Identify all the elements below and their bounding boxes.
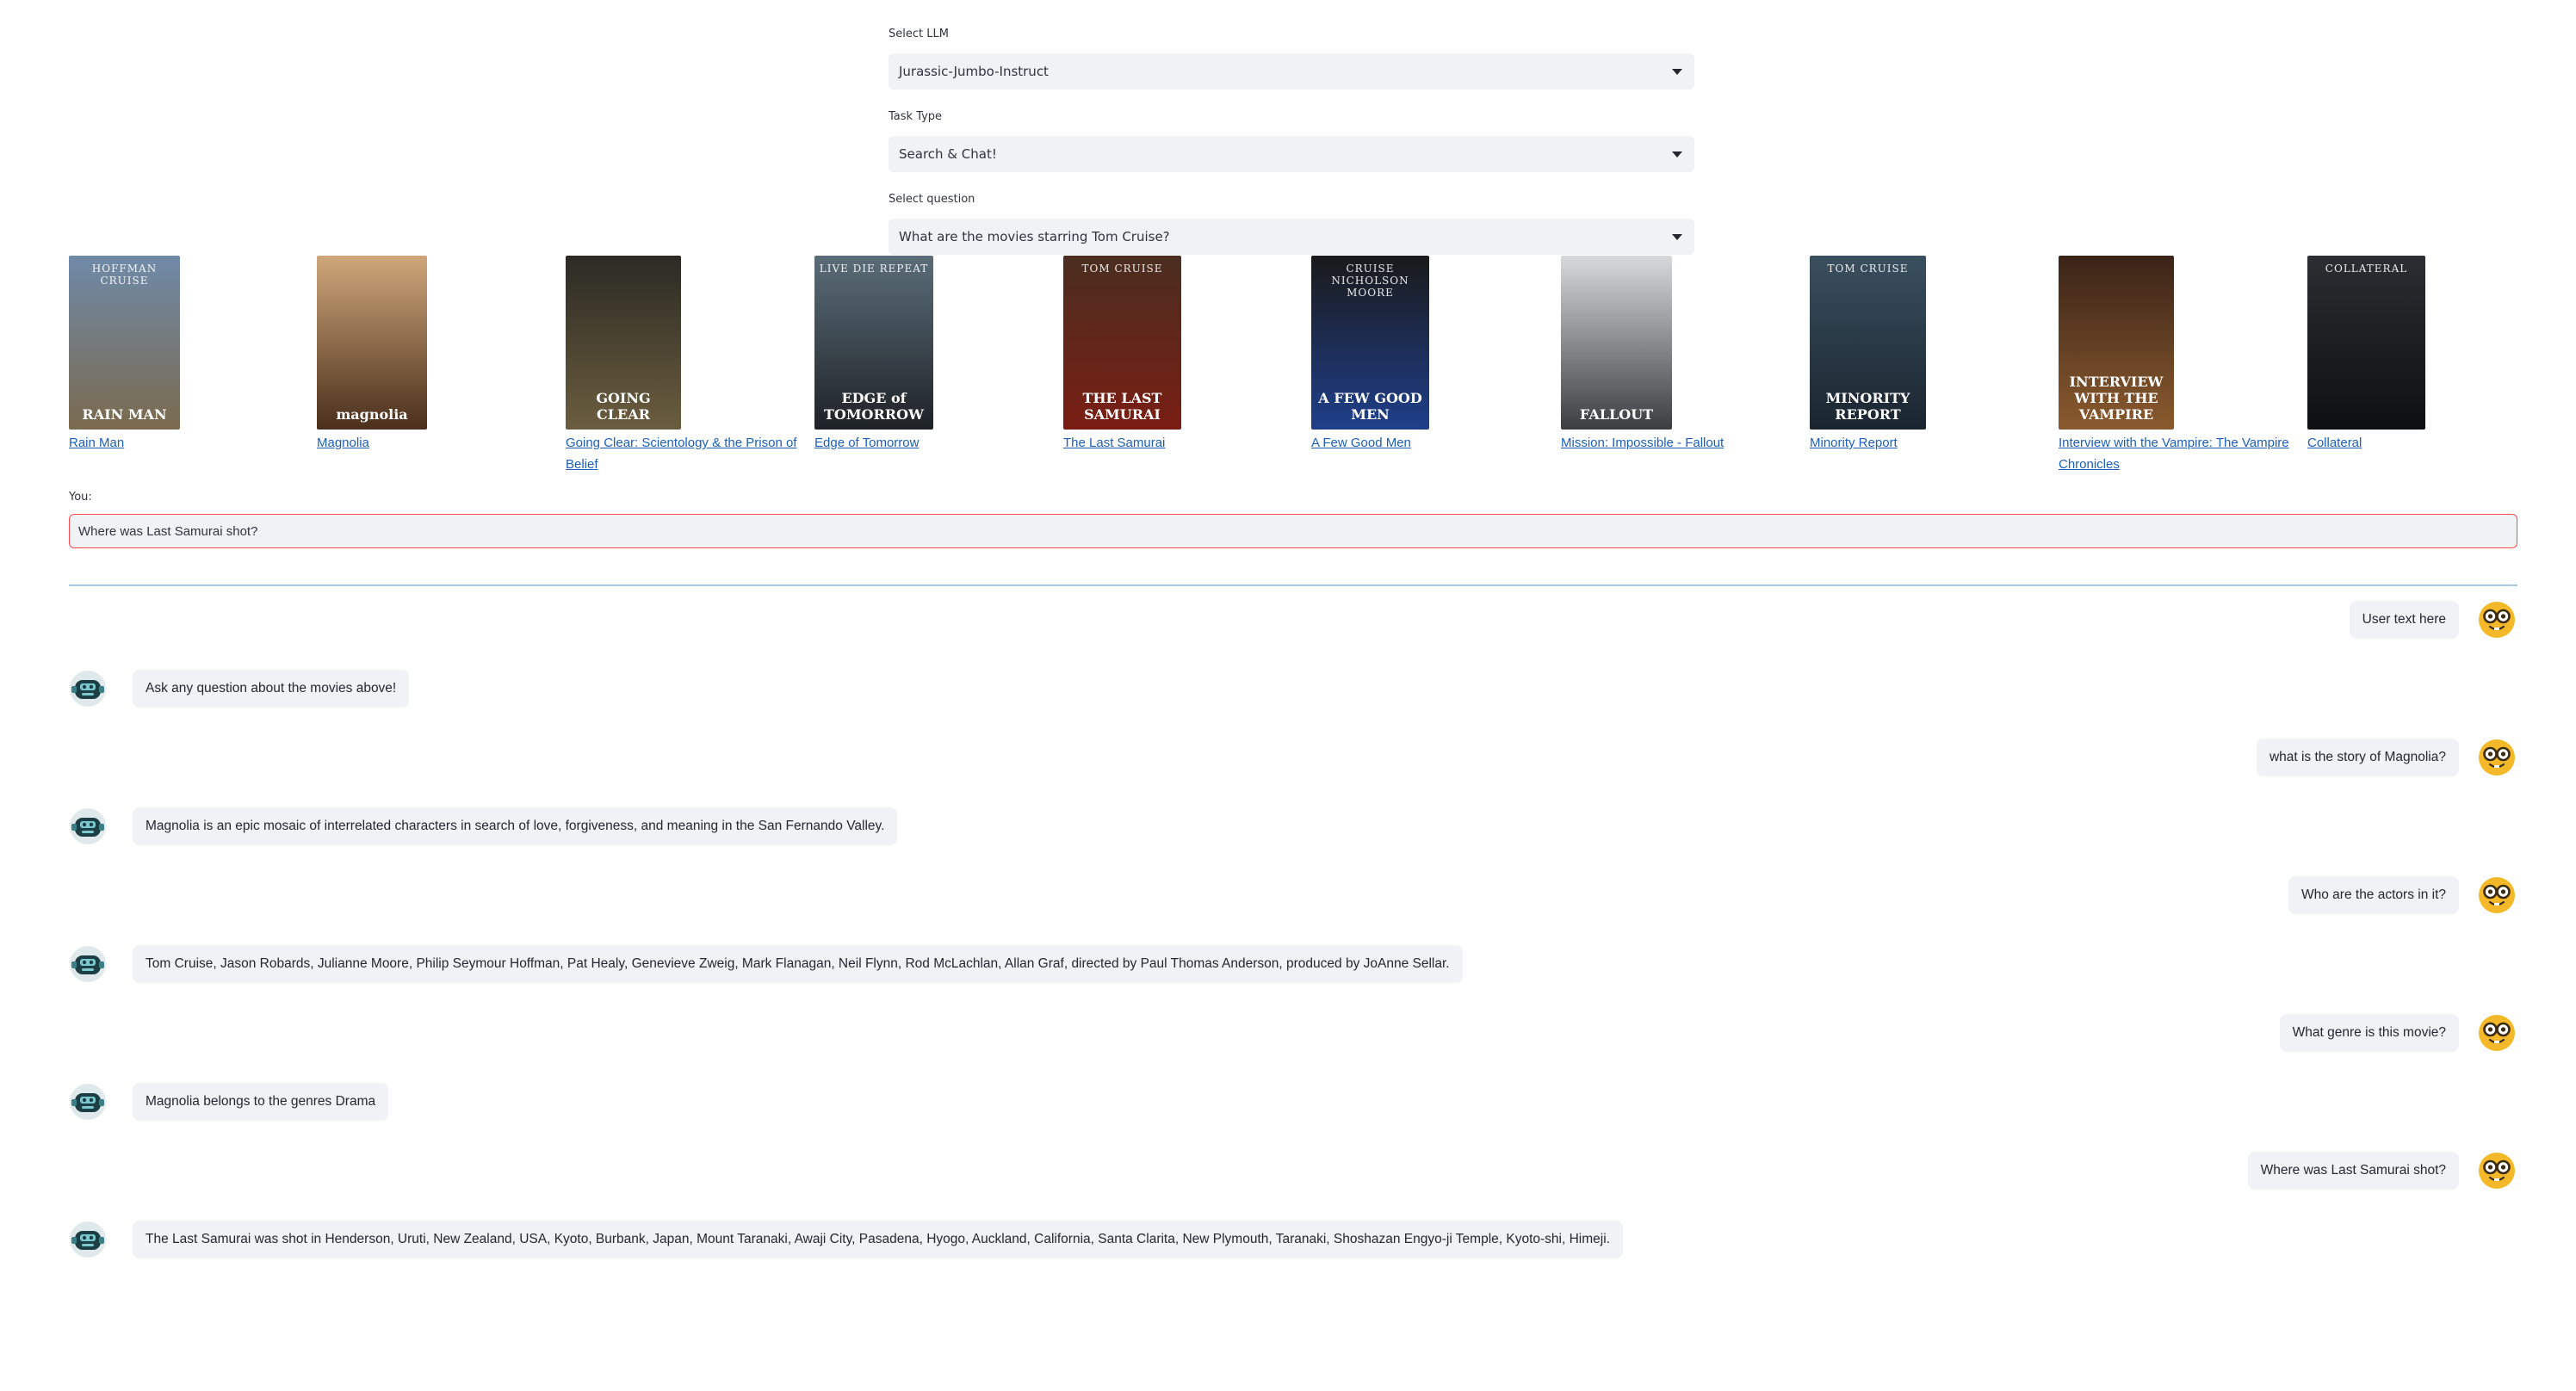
movie-poster: HOFFMAN CRUISE RAIN MAN <box>69 256 180 430</box>
bot-message: The Last Samurai was shot in Henderson, … <box>69 1221 1623 1258</box>
message-text: User text here <box>2349 601 2459 639</box>
poster-title-text: EDGE of TOMORROW <box>824 390 924 423</box>
nerd-face-icon <box>2479 1015 2515 1051</box>
chevron-down-icon <box>1672 151 1682 158</box>
user-message: what is the story of Magnolia? <box>2256 739 2516 776</box>
poster-top-text: LIVE DIE REPEAT <box>819 263 929 275</box>
task-type-select-group: Task Type Search & Chat! <box>889 108 1694 172</box>
poster-title-text: A FEW GOOD MEN <box>1318 390 1422 423</box>
movie-title-link[interactable]: Minority Report <box>1810 432 2042 454</box>
message-text: Magnolia is an epic mosaic of interrelat… <box>133 807 898 845</box>
question-select-value: What are the movies starring Tom Cruise? <box>899 229 1170 244</box>
poster-title-text: FALLOUT <box>1579 406 1654 423</box>
poster-top-text: CRUISE NICHOLSON MOORE <box>1331 263 1409 299</box>
llm-select-group: Select LLM Jurassic-Jumbo-Instruct <box>889 26 1694 90</box>
movie-card: TOM CRUISE MINORITY REPORT Minority Report <box>1810 256 2042 454</box>
divider <box>69 584 2517 586</box>
poster-title-text: THE LAST SAMURAI <box>1082 390 1162 423</box>
user-message: User text here <box>2349 601 2516 639</box>
nerd-face-icon <box>2479 877 2515 913</box>
movie-title-link[interactable]: Going Clear: Scientology & the Prison of… <box>566 432 798 475</box>
robot-icon <box>70 946 106 982</box>
question-select-label: Select question <box>889 193 975 206</box>
poster-title-text: RAIN MAN <box>82 406 167 423</box>
message-text: Where was Last Samurai shot? <box>2247 1152 2459 1190</box>
poster-top-text: TOM CRUISE <box>1081 263 1163 275</box>
chat-input[interactable] <box>69 514 2517 548</box>
nerd-face-icon <box>2479 739 2515 776</box>
poster-title-text: magnolia <box>336 406 408 423</box>
task-type-select[interactable]: Search & Chat! <box>889 136 1694 172</box>
poster-title-text: MINORITY REPORT <box>1825 390 1910 423</box>
movie-title-link[interactable]: The Last Samurai <box>1063 432 1296 454</box>
robot-icon <box>70 808 106 844</box>
movie-poster: magnolia <box>317 256 427 430</box>
movie-gallery: HOFFMAN CRUISE RAIN MAN Rain Man magnolia Ma… <box>69 256 2516 479</box>
question-select-group: Select question What are the movies star… <box>889 191 1694 255</box>
task-type-select-value: Search & Chat! <box>899 146 997 162</box>
chat-input-label: You: <box>69 491 92 504</box>
nerd-face-icon <box>2479 1153 2515 1189</box>
robot-icon <box>70 1084 106 1120</box>
poster-top-text: COLLATERAL <box>2325 263 2408 275</box>
movie-card: COLLATERAL Collateral <box>2307 256 2540 454</box>
llm-select[interactable]: Jurassic-Jumbo-Instruct <box>889 53 1694 90</box>
message-text: The Last Samurai was shot in Henderson, … <box>133 1221 1623 1258</box>
movie-title-link[interactable]: Rain Man <box>69 432 301 454</box>
robot-icon <box>70 1221 106 1258</box>
movie-card: CRUISE NICHOLSON MOORE A FEW GOOD MEN A Fe… <box>1311 256 1544 454</box>
movie-title-link[interactable]: A Few Good Men <box>1311 432 1544 454</box>
movie-poster: INTERVIEW WITH THE VAMPIRE <box>2059 256 2174 430</box>
movie-poster: FALLOUT <box>1561 256 1672 430</box>
nerd-face-icon <box>2479 602 2515 638</box>
poster-top-text: HOFFMAN CRUISE <box>91 263 158 287</box>
robot-icon <box>70 671 106 707</box>
llm-select-label: Select LLM <box>889 28 949 40</box>
user-message: Who are the actors in it? <box>2288 876 2516 914</box>
message-text: what is the story of Magnolia? <box>2256 739 2459 776</box>
movie-poster: COLLATERAL <box>2307 256 2425 430</box>
chevron-down-icon <box>1672 68 1682 75</box>
movie-card: FALLOUT Mission: Impossible - Fallout <box>1561 256 1793 454</box>
movie-card: LIVE DIE REPEAT EDGE of TOMORROW Edge of T… <box>814 256 1047 454</box>
movie-title-link[interactable]: Interview with the Vampire: The Vampire … <box>2059 432 2291 475</box>
movie-card: GOING CLEAR Going Clear: Scientology & th… <box>566 256 798 475</box>
bot-message: Magnolia belongs to the genres Drama <box>69 1083 389 1121</box>
bot-message: Ask any question about the movies above! <box>69 670 410 708</box>
poster-top-text: TOM CRUISE <box>1827 263 1909 275</box>
message-text: What genre is this movie? <box>2279 1014 2459 1052</box>
task-type-select-label: Task Type <box>889 110 943 123</box>
user-message: Where was Last Samurai shot? <box>2247 1152 2516 1190</box>
bot-message: Tom Cruise, Jason Robards, Julianne Moor… <box>69 945 1463 983</box>
movie-poster: TOM CRUISE MINORITY REPORT <box>1810 256 1926 430</box>
chevron-down-icon <box>1672 233 1682 240</box>
message-text: Magnolia belongs to the genres Drama <box>133 1083 389 1121</box>
message-text: Ask any question about the movies above! <box>133 670 410 708</box>
movie-title-link[interactable]: Edge of Tomorrow <box>814 432 1047 454</box>
movie-title-link[interactable]: Collateral <box>2307 432 2540 454</box>
movie-title-link[interactable]: Mission: Impossible - Fallout <box>1561 432 1793 454</box>
movie-card: HOFFMAN CRUISE RAIN MAN Rain Man <box>69 256 301 454</box>
question-select[interactable]: What are the movies starring Tom Cruise? <box>889 219 1694 255</box>
movie-card: TOM CRUISE THE LAST SAMURAI The Last Samur… <box>1063 256 1296 454</box>
poster-title-text: INTERVIEW WITH THE VAMPIRE <box>2069 374 2164 423</box>
message-text: Who are the actors in it? <box>2288 876 2459 914</box>
message-text: Tom Cruise, Jason Robards, Julianne Moor… <box>133 945 1463 983</box>
poster-title-text: GOING CLEAR <box>596 390 651 423</box>
movie-title-link[interactable]: Magnolia <box>317 432 549 454</box>
settings-panel: Select LLM Jurassic-Jumbo-Instruct Task … <box>889 26 1694 274</box>
bot-message: Magnolia is an epic mosaic of interrelat… <box>69 807 898 845</box>
movie-card: INTERVIEW WITH THE VAMPIRE Interview with… <box>2059 256 2291 475</box>
user-message: What genre is this movie? <box>2279 1014 2516 1052</box>
movie-poster: TOM CRUISE THE LAST SAMURAI <box>1063 256 1181 430</box>
movie-poster: CRUISE NICHOLSON MOORE A FEW GOOD MEN <box>1311 256 1429 430</box>
movie-poster: LIVE DIE REPEAT EDGE of TOMORROW <box>814 256 933 430</box>
llm-select-value: Jurassic-Jumbo-Instruct <box>899 64 1049 79</box>
movie-card: magnolia Magnolia <box>317 256 549 454</box>
movie-poster: GOING CLEAR <box>566 256 681 430</box>
